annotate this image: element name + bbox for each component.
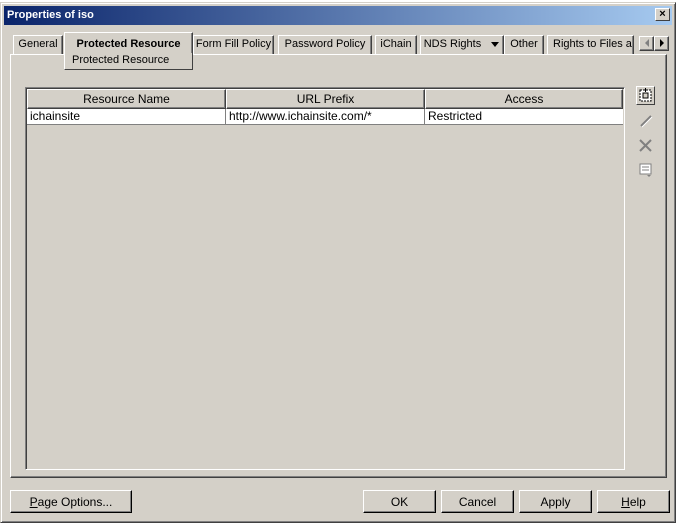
tab-ichain[interactable]: iChain bbox=[375, 35, 417, 54]
menu-item-protected-resource[interactable]: Protected Resource bbox=[72, 54, 169, 66]
properties-icon bbox=[639, 163, 652, 177]
column-label: URL Prefix bbox=[296, 92, 355, 106]
tab-scroll-right-button[interactable] bbox=[654, 36, 669, 51]
button-label: OK bbox=[390, 494, 409, 509]
tab-label: Password Policy bbox=[284, 38, 366, 50]
mnemonic: P bbox=[29, 494, 38, 509]
button-label: elp bbox=[629, 494, 646, 509]
resource-table: Resource Name URL Prefix Access ichainsi… bbox=[25, 87, 625, 470]
cell-url-prefix[interactable]: http://www.ichainsite.com/* bbox=[226, 109, 425, 125]
tab-nds-rights[interactable]: NDS Rights bbox=[420, 35, 504, 54]
button-label: age Options... bbox=[37, 494, 113, 509]
cell-resource-name[interactable]: ichainsite bbox=[27, 109, 226, 125]
table-row[interactable]: ichainsite http://www.ichainsite.com/* R… bbox=[27, 109, 623, 125]
column-label: Resource Name bbox=[83, 92, 170, 106]
tab-label: NDS Rights bbox=[423, 38, 482, 50]
window-title: Properties of iso bbox=[7, 9, 94, 21]
page-options-button[interactable]: Page Options... bbox=[10, 490, 132, 513]
arrow-left-icon bbox=[644, 39, 649, 47]
delete-resource-button[interactable] bbox=[636, 136, 655, 155]
tab-label: Protected Resource bbox=[76, 38, 181, 50]
tab-other[interactable]: Other bbox=[504, 35, 544, 54]
column-label: Access bbox=[504, 92, 544, 106]
edit-icon bbox=[640, 115, 653, 128]
resource-properties-button[interactable] bbox=[636, 161, 655, 180]
cancel-button[interactable]: Cancel bbox=[441, 490, 514, 513]
close-icon: × bbox=[659, 8, 666, 20]
tab-dropdown-menu: Protected Resource bbox=[64, 53, 193, 70]
tab-form-fill-policy[interactable]: Form Fill Policy bbox=[193, 35, 274, 54]
tab-label: Other bbox=[510, 38, 538, 50]
tab-label: Form Fill Policy bbox=[195, 38, 272, 50]
arrow-right-icon bbox=[659, 39, 664, 47]
title-bar[interactable]: Properties of iso × bbox=[4, 6, 672, 25]
tab-label: Rights to Files a bbox=[553, 38, 632, 50]
tab-password-policy[interactable]: Password Policy bbox=[278, 35, 372, 54]
column-header-resource-name[interactable]: Resource Name bbox=[27, 89, 226, 109]
apply-button[interactable]: Apply bbox=[519, 490, 592, 513]
tab-label: General bbox=[18, 38, 58, 50]
button-label: Cancel bbox=[458, 494, 497, 509]
mnemonic: H bbox=[621, 494, 630, 509]
cell-access[interactable]: Restricted bbox=[425, 109, 623, 125]
tab-label: iChain bbox=[380, 38, 412, 50]
help-button[interactable]: Help bbox=[597, 490, 670, 513]
new-icon bbox=[639, 88, 652, 102]
column-header-url-prefix[interactable]: URL Prefix bbox=[226, 89, 425, 109]
add-resource-button[interactable] bbox=[636, 86, 655, 105]
ok-button[interactable]: OK bbox=[363, 490, 436, 513]
button-label: Apply bbox=[540, 494, 571, 509]
column-header-access[interactable]: Access bbox=[425, 89, 623, 109]
edit-resource-button[interactable] bbox=[636, 111, 655, 130]
tab-rights-to-files[interactable]: Rights to Files a bbox=[547, 35, 634, 54]
close-button[interactable]: × bbox=[655, 8, 670, 21]
tab-general[interactable]: General bbox=[13, 35, 63, 54]
dropdown-arrow-icon bbox=[491, 42, 500, 48]
tab-scroll-left-button[interactable] bbox=[639, 36, 654, 51]
delete-icon bbox=[639, 139, 652, 152]
